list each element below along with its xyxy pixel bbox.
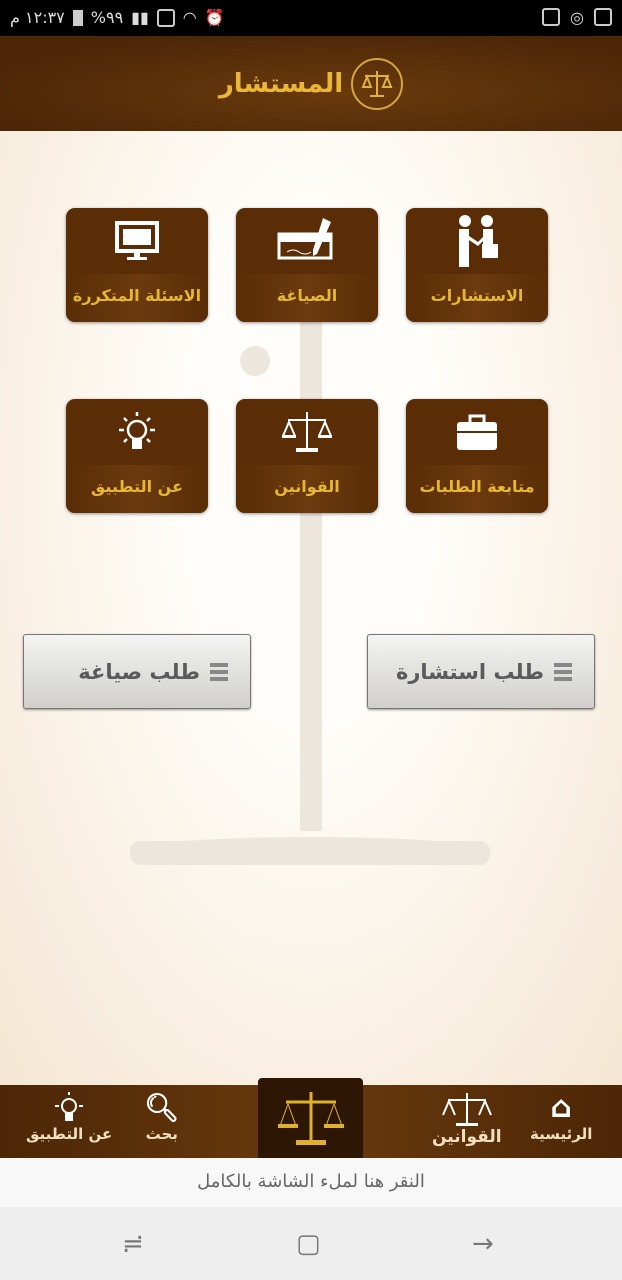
home-button[interactable]: ▢ (296, 1229, 321, 1259)
tile-laws[interactable]: القوانين (236, 399, 378, 513)
tile-track-requests[interactable]: متابعة الطلبات (406, 399, 548, 513)
scales-logo-icon (351, 57, 404, 110)
back-button[interactable]: → (472, 1229, 494, 1259)
recent-apps-button[interactable]: ≓ (122, 1229, 144, 1259)
nav-laws[interactable]: القوانين (432, 1091, 502, 1147)
tile-faq[interactable]: الاسئلة المتكررة (66, 208, 208, 322)
signal-icon: ▮▮ (131, 8, 149, 27)
tile-about[interactable]: عن التطبيق (66, 399, 208, 513)
search-icon: 🔍︎ (144, 1091, 180, 1124)
lightbulb-icon (55, 1092, 84, 1121)
alarm-icon: ⏰ (204, 8, 225, 27)
button-label: طلب صياغة (78, 659, 200, 684)
nav-label: عن التطبيق (26, 1125, 113, 1143)
tile-label: عن التطبيق (66, 465, 208, 513)
handshake-icon (459, 215, 498, 267)
nav-about[interactable]: عن التطبيق (26, 1091, 112, 1143)
button-label: طلب استشارة (395, 659, 544, 684)
menu-lines-icon (210, 662, 228, 681)
status-time: ١٢:٣٧ م (10, 8, 65, 27)
scales-icon (277, 1092, 344, 1145)
tile-label: القوانين (236, 465, 378, 513)
menu-lines-icon (554, 662, 572, 681)
tile-label: الاسئلة المتكررة (66, 274, 208, 322)
tile-drafting[interactable]: الصياغة (236, 208, 378, 322)
activity-icon (542, 8, 561, 26)
battery-icon (72, 9, 83, 26)
nav-label: بحث (145, 1125, 178, 1143)
consultation-request-button[interactable]: طلب استشارة (367, 634, 595, 709)
monitor-icon (115, 221, 159, 260)
main-content: الاستشارات الصياغة الاسئلة المتكررة متاب… (0, 131, 622, 1085)
tile-consultations[interactable]: الاستشارات (406, 208, 548, 322)
nav-home[interactable]: ⌂ الرئيسية (530, 1090, 593, 1144)
home-icon: ⌂ (550, 1090, 572, 1125)
tile-label: الاستشارات (406, 274, 548, 322)
nav-search[interactable]: 🔍︎ بحث (144, 1091, 180, 1143)
briefcase-icon (457, 414, 497, 450)
tile-label: الصياغة (236, 274, 378, 322)
tile-label: متابعة الطلبات (406, 465, 548, 513)
fullscreen-banner[interactable]: النقر هنا لملء الشاشة بالكامل (0, 1158, 622, 1207)
nav-center-scales[interactable] (258, 1078, 363, 1158)
nav-label: الرئيسية (530, 1125, 593, 1143)
app-title: المستشار (218, 68, 344, 99)
battery-level: %٩٩ (90, 8, 124, 27)
status-bar: ١٢:٣٧ م %٩٩ ▮▮ ◠ ⏰ ◎ (0, 0, 622, 36)
drafting-request-button[interactable]: طلب صياغة (23, 634, 251, 709)
nav-label: القوانين (432, 1127, 502, 1147)
signal-box-icon (156, 8, 175, 27)
scales-icon (441, 1093, 492, 1126)
image-icon (594, 8, 612, 26)
app-header: المستشار (0, 36, 622, 131)
scales-icon (282, 412, 332, 452)
wifi-icon: ◠ (182, 8, 197, 27)
system-navigation-bar: ≓ ▢ → (0, 1207, 622, 1280)
sync-icon: ◎ (570, 8, 584, 27)
pen-document-icon (277, 218, 333, 260)
lightbulb-icon (119, 412, 155, 449)
